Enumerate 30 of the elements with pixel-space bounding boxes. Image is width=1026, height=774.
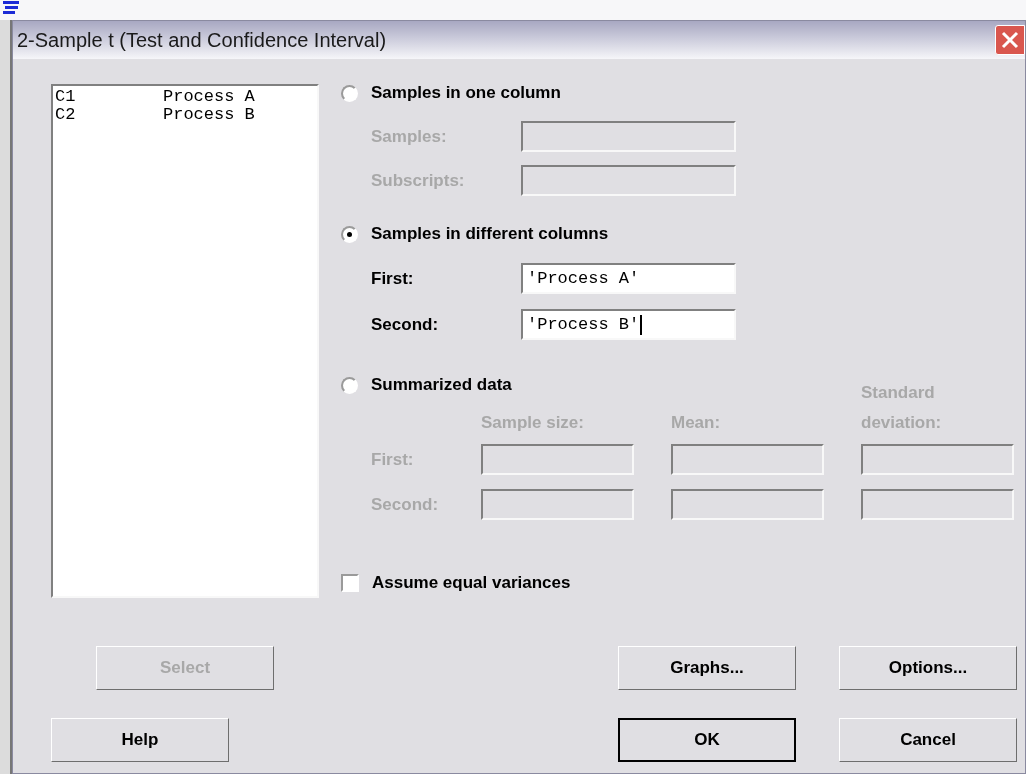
column-header: Standard deviation: [861, 382, 943, 434]
field-label: First: [371, 267, 415, 290]
variable-list[interactable]: C1 Process A C2 Process B [51, 84, 319, 598]
text-field[interactable]: 'Process A' [521, 263, 736, 294]
dialog-button[interactable]: Options... [839, 646, 1017, 690]
radio-button[interactable] [341, 84, 358, 102]
dialog-button[interactable]: Help [51, 718, 229, 762]
window-title: 2-Sample t (Test and Confidence Interval) [17, 28, 387, 53]
column-header: Sample size: [481, 412, 585, 434]
field-label: Second: [371, 493, 440, 516]
field-label: Second: [371, 313, 440, 336]
field-label: Subscripts: [371, 169, 466, 192]
dialog-button[interactable]: OK [618, 718, 796, 762]
checkbox[interactable] [341, 574, 359, 592]
radio-label[interactable]: Samples in one column [371, 80, 561, 106]
close-button[interactable] [995, 25, 1025, 55]
column-name: Process A [163, 88, 255, 106]
field-label: Samples: [371, 125, 448, 148]
column-id: C2 [55, 106, 77, 124]
radio-label[interactable]: Samples in different columns [371, 221, 609, 247]
checkbox-label[interactable]: Assume equal variances [372, 570, 571, 596]
column-header: Mean: [671, 412, 722, 434]
column-name: Process B [163, 106, 255, 124]
dialog-button[interactable]: Graphs... [618, 646, 796, 690]
text-field[interactable]: 'Process B' [521, 309, 736, 340]
close-icon [1001, 31, 1019, 49]
column-id: C1 [55, 88, 77, 106]
radio-button[interactable] [341, 225, 358, 243]
field-label: First: [371, 448, 415, 471]
dialog-button[interactable]: Cancel [839, 718, 1017, 762]
